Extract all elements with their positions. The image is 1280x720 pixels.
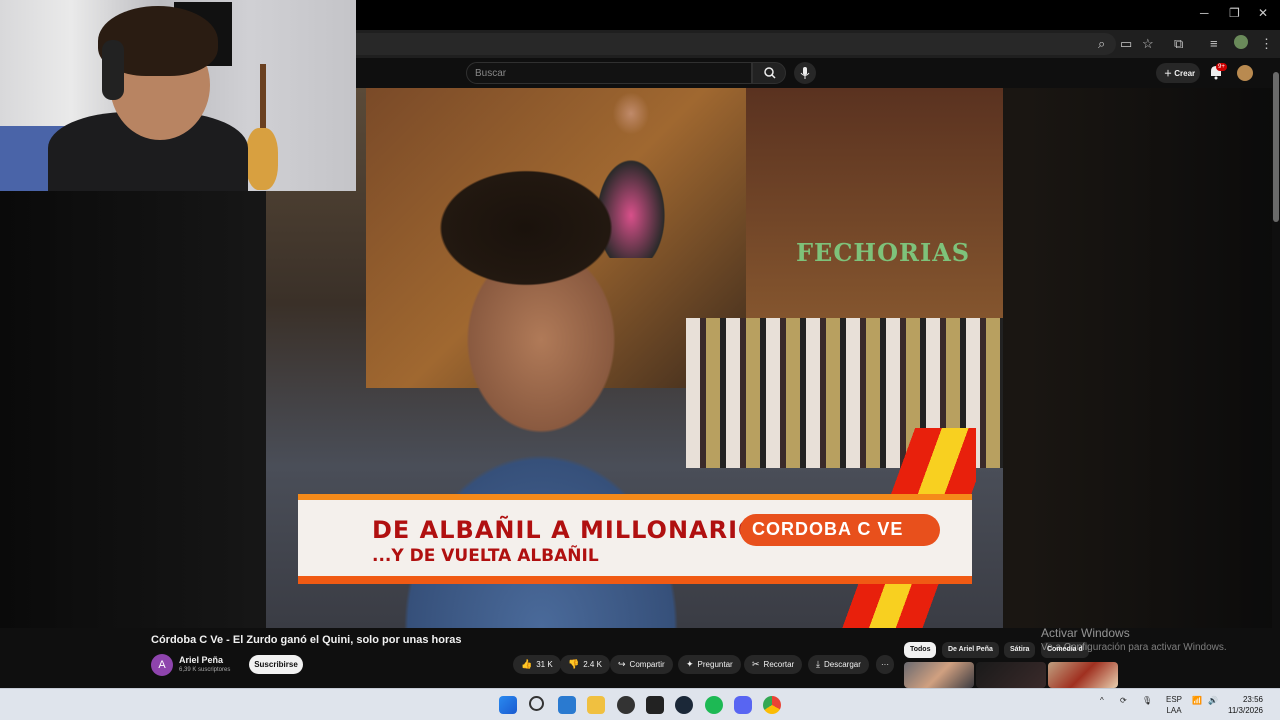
wifi-icon[interactable]: 📶 — [1192, 696, 1202, 705]
recommended-thumbnail[interactable] — [976, 662, 1046, 688]
windows-activation-subtitle: Ve a Configuración para activar Windows. — [1041, 642, 1227, 653]
clip-label: Recortar — [763, 660, 795, 669]
store-window — [746, 88, 1003, 348]
more-actions-button[interactable]: ··· — [876, 655, 894, 674]
channel-avatar[interactable]: A — [151, 654, 173, 676]
share-icon: ↪ — [618, 659, 626, 669]
video-title: Córdoba C Ve - El Zurdo ganó el Quini, s… — [151, 634, 462, 646]
address-field[interactable] — [356, 33, 1116, 55]
close-icon[interactable]: ✕ — [1258, 6, 1268, 20]
channel-logo: CORDOBA C VE — [740, 514, 940, 546]
ask-label: Preguntar — [697, 660, 733, 669]
store-sign: FECHORIAS — [796, 238, 971, 267]
search-icon — [764, 67, 776, 79]
account-avatar[interactable] — [1237, 65, 1253, 81]
thumbs-up-icon: 👍 — [521, 659, 533, 669]
lower-third-line1: DE ALBAÑIL A MILLONARIO... — [372, 516, 790, 544]
video-frame[interactable]: FECHORIAS DE ALBAÑIL A MILLONARIO... ...… — [266, 88, 1003, 628]
voice-search-button[interactable] — [794, 62, 816, 84]
create-label: Crear — [1174, 69, 1196, 78]
scrollbar-thumb[interactable] — [1273, 72, 1279, 222]
share-button[interactable]: ↪ Compartir — [610, 655, 673, 674]
cast-icon[interactable]: ▭ — [1120, 36, 1132, 52]
share-label: Compartir — [629, 660, 665, 669]
lower-third-line2: ...Y DE VUELTA ALBAÑIL — [372, 546, 599, 566]
webcam-guitar — [246, 128, 278, 190]
steam-icon[interactable] — [675, 696, 693, 714]
spotify-icon[interactable] — [705, 696, 723, 714]
recommended-thumbnail[interactable] — [904, 662, 974, 688]
clock[interactable]: 23:56 11/3/2026 — [1228, 694, 1263, 716]
restore-icon[interactable]: ❐ — [1229, 6, 1240, 20]
chip-todos[interactable]: Todos — [904, 642, 937, 658]
store-icon[interactable] — [558, 696, 576, 714]
lower-third-banner: DE ALBAÑIL A MILLONARIO... ...Y DE VUELT… — [298, 494, 972, 584]
language-code: ESP — [1166, 695, 1183, 704]
subscribe-button[interactable]: Suscribirse — [249, 655, 303, 674]
chevron-up-icon[interactable]: ^ — [1100, 696, 1104, 705]
like-count: 31 K — [536, 660, 553, 669]
youtube-header: Buscar ＋ Crear 9+ — [356, 58, 1280, 88]
recommended-thumbnail[interactable] — [1048, 662, 1118, 688]
plus-icon: ＋ — [1164, 69, 1172, 78]
volume-icon[interactable]: 🔊 — [1208, 696, 1218, 705]
download-label: Descargar — [823, 660, 861, 669]
windows-taskbar: ^ ⟳ 🎙 ESP LAA 📶 🔊 23:56 11/3/2026 — [0, 688, 1280, 720]
clip-button[interactable]: ✂ Recortar — [744, 655, 803, 674]
media-icon[interactable]: ≡ — [1210, 36, 1218, 51]
menu-icon[interactable]: ⋮ — [1260, 36, 1273, 52]
webcam-guitar-neck — [260, 64, 266, 134]
ask-button[interactable]: ✦ Preguntar — [678, 655, 741, 674]
microphone-icon[interactable]: 🎙 — [1142, 696, 1152, 705]
search-icon[interactable] — [529, 696, 544, 711]
sync-icon[interactable]: ⟳ — [1120, 696, 1127, 705]
sparkle-icon: ✦ — [686, 659, 694, 669]
search-input[interactable]: Buscar — [466, 62, 752, 84]
chrome-icon[interactable] — [763, 696, 781, 714]
clock-date: 11/3/2026 — [1228, 706, 1263, 715]
subscriber-count: 6,39 K suscriptores — [179, 667, 231, 673]
search-button[interactable] — [752, 62, 786, 84]
chip-de-ariel-pena[interactable]: De Ariel Peña — [942, 642, 999, 658]
file-explorer-icon[interactable] — [587, 696, 605, 714]
clock-time: 23:56 — [1242, 695, 1263, 704]
webcam-overlay — [0, 0, 356, 191]
scissors-icon: ✂ — [752, 659, 760, 669]
windows-activation-title: Activar Windows — [1041, 626, 1130, 640]
discord-icon[interactable] — [734, 696, 752, 714]
channel-name[interactable]: Ariel Peña — [179, 655, 223, 665]
address-bar-row: ⌕ ▭ ☆ ⧉ ≡ ⋮ — [356, 30, 1280, 58]
like-button[interactable]: 👍 31 K — [513, 655, 561, 674]
start-icon[interactable] — [499, 696, 517, 714]
download-icon: ⤓ — [816, 659, 820, 669]
thumbs-down-icon: 👎 — [568, 659, 580, 669]
notification-badge: 9+ — [1216, 63, 1227, 71]
profile-icon[interactable] — [1234, 35, 1248, 49]
microphone-icon — [800, 67, 810, 79]
bookmark-star-icon[interactable]: ☆ — [1142, 36, 1154, 52]
keyboard-layout: LAA — [1166, 706, 1182, 715]
interviewee-hair — [406, 148, 646, 308]
obs-icon[interactable] — [617, 696, 635, 714]
minimize-icon[interactable]: ─ — [1200, 6, 1209, 20]
create-button[interactable]: ＋ Crear — [1156, 63, 1200, 83]
webcam-headphones — [102, 40, 124, 100]
chip-satira[interactable]: Sátira — [1004, 642, 1036, 658]
dislike-count: 2.4 K — [583, 660, 602, 669]
language-indicator[interactable]: ESP LAA — [1166, 694, 1182, 716]
download-button[interactable]: ⤓ Descargar — [808, 655, 869, 674]
zoom-icon[interactable]: ⌕ — [1098, 36, 1105, 52]
epic-games-icon[interactable] — [646, 696, 664, 714]
dislike-button[interactable]: 👎 2.4 K — [560, 655, 610, 674]
extensions-icon[interactable]: ⧉ — [1174, 36, 1183, 52]
